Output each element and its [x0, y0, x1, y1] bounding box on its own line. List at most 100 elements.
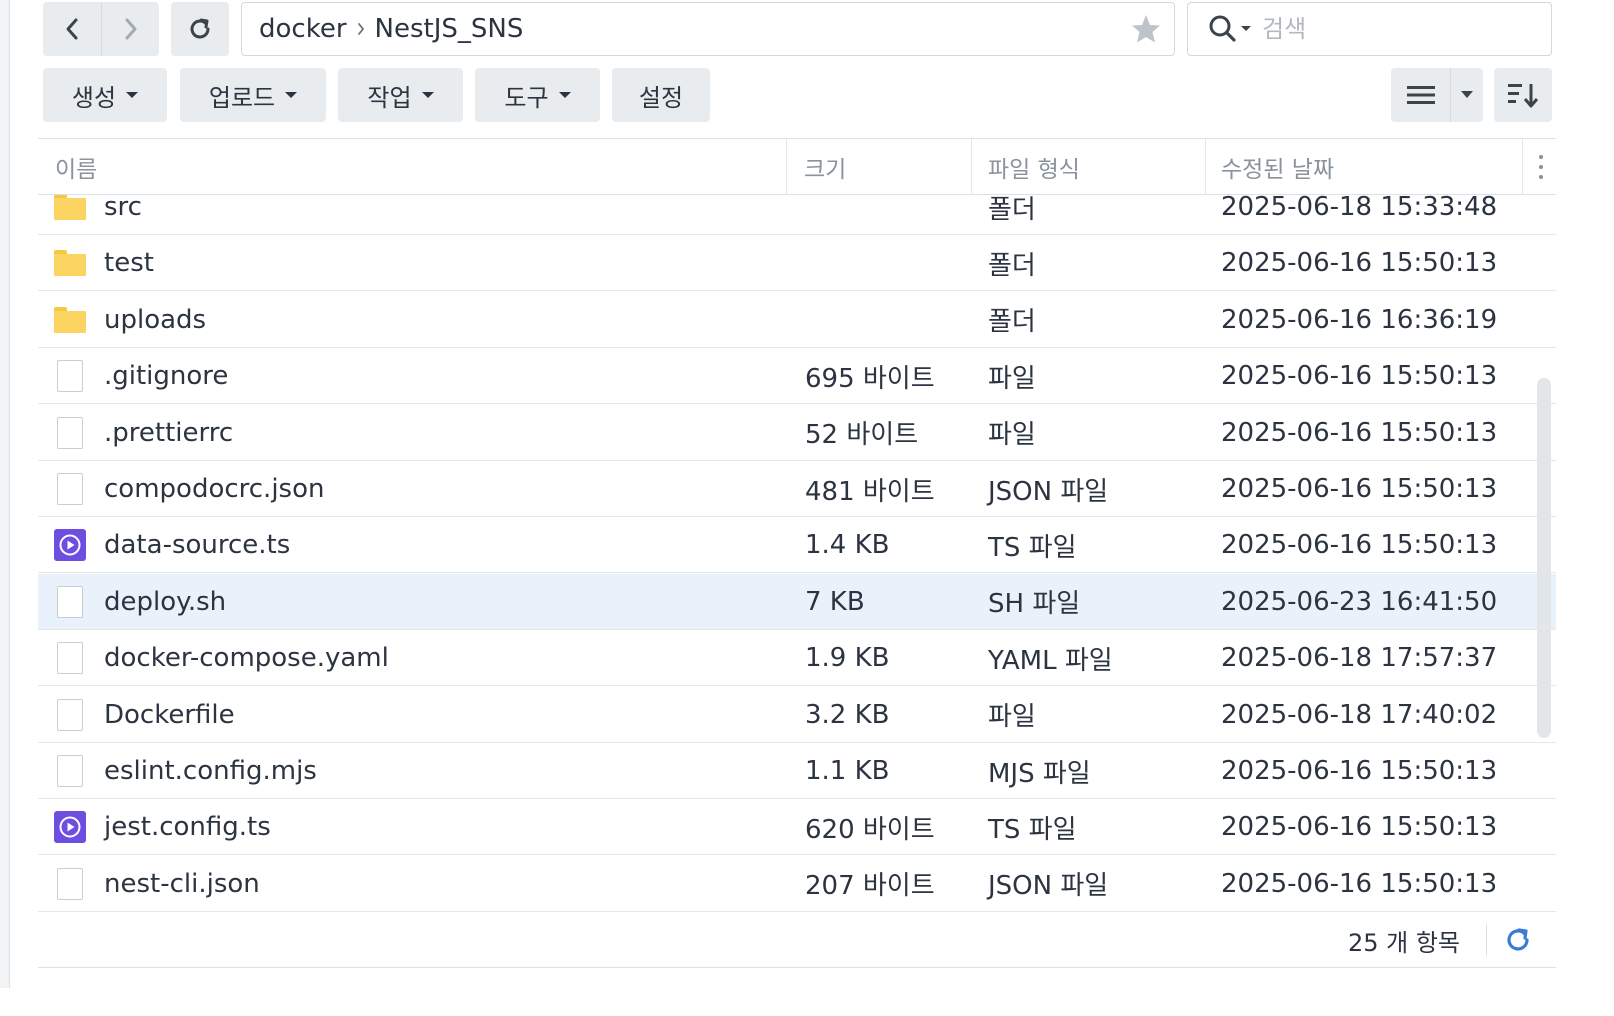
- file-name: uploads: [104, 304, 207, 335]
- tools-button-label: 도구: [504, 83, 549, 112]
- file-type: JSON 파일: [988, 871, 1109, 902]
- list-view-button[interactable]: [1391, 68, 1451, 122]
- sort-button[interactable]: [1494, 68, 1552, 122]
- caret-down-icon: [285, 92, 298, 98]
- file-name: nest-cli.json: [104, 868, 260, 899]
- table-row[interactable]: nest-cli.json 207 바이트 JSON 파일 2025-06-16 15…: [38, 856, 1556, 912]
- vertical-scrollbar[interactable]: [1537, 378, 1551, 738]
- file-size: 1.9 KB: [805, 643, 890, 674]
- chevron-left-icon: [66, 18, 78, 40]
- file-icon: [53, 405, 87, 461]
- favorite-star-icon[interactable]: [1130, 13, 1162, 52]
- footer-refresh-button[interactable]: [1502, 924, 1534, 956]
- column-resize-handle[interactable]: [971, 139, 972, 195]
- action-button[interactable]: 작업: [338, 68, 463, 122]
- table-row[interactable]: .gitignore 695 바이트 파일 2025-06-16 15:50:13: [38, 348, 1556, 405]
- table-row[interactable]: Dockerfile 3.2 KB 파일 2025-06-18 17:40:02: [38, 687, 1556, 743]
- breadcrumb-item-current[interactable]: NestJS_SNS: [375, 14, 524, 44]
- file-icon: [53, 743, 87, 799]
- sort-icon: [1508, 84, 1539, 108]
- table-row[interactable]: eslint.config.mjs 1.1 KB MJS 파일 2025-06-16 …: [38, 743, 1556, 799]
- file-size: 1.4 KB: [805, 530, 890, 561]
- table-row[interactable]: test 폴더 2025-06-16 15:50:13: [38, 235, 1556, 292]
- table-row[interactable]: docker-compose.yaml 1.9 KB YAML 파일 2025-06-…: [38, 630, 1556, 687]
- table-row[interactable]: compodocrc.json 481 바이트 JSON 파일 2025-06-16 …: [38, 461, 1556, 517]
- search-input[interactable]: [1262, 15, 1532, 43]
- file-size: 52 바이트: [805, 420, 919, 451]
- caret-down-icon: [1461, 91, 1473, 98]
- caret-down-icon: [421, 92, 434, 98]
- table-row[interactable]: src 폴더 2025-06-18 15:33:48: [38, 195, 1556, 235]
- file-name: eslint.config.mjs: [104, 756, 317, 786]
- file-icon: [53, 348, 87, 404]
- folder-icon: [53, 292, 87, 348]
- forward-button[interactable]: [101, 2, 159, 56]
- breadcrumb-item-docker[interactable]: docker: [259, 14, 347, 44]
- file-type: 폴더: [988, 195, 1036, 225]
- file-modified: 2025-06-18 17:40:02: [1221, 699, 1498, 730]
- file-type: JSON 파일: [988, 476, 1109, 507]
- file-type: 파일: [988, 363, 1036, 394]
- search-icon[interactable]: [1208, 14, 1252, 44]
- chevron-right-icon: [125, 18, 136, 40]
- file-icon: [53, 461, 87, 517]
- column-header-size[interactable]: 크기: [804, 139, 846, 195]
- table-row[interactable]: deploy.sh 7 KB SH 파일 2025-06-23 16:41:50: [38, 573, 1556, 630]
- column-resize-handle[interactable]: [786, 139, 787, 195]
- column-resize-handle[interactable]: [1522, 139, 1523, 195]
- file-modified: 2025-06-16 15:50:13: [1221, 756, 1498, 786]
- file-name: .gitignore: [104, 361, 229, 392]
- column-resize-handle[interactable]: [1205, 139, 1206, 195]
- file-size: 481 바이트: [805, 476, 935, 507]
- create-button[interactable]: 생성: [43, 68, 167, 122]
- file-type: YAML 파일: [988, 645, 1113, 676]
- file-icon: [53, 856, 87, 912]
- file-size: 7 KB: [805, 586, 865, 617]
- table-row[interactable]: jest.config.ts 620 바이트 TS 파일 2025-06-16 15:…: [38, 799, 1556, 856]
- file-type: TS 파일: [988, 532, 1077, 563]
- file-name: Dockerfile: [104, 699, 235, 730]
- chevron-down-icon: [1241, 26, 1251, 31]
- table-row[interactable]: .prettierrc 52 바이트 파일 2025-06-16 15:50:13: [38, 405, 1556, 461]
- file-modified: 2025-06-16 15:50:13: [1221, 812, 1498, 843]
- file-modified: 2025-06-16 15:50:13: [1221, 361, 1498, 392]
- file-size: 695 바이트: [805, 363, 935, 394]
- file-type: MJS 파일: [988, 758, 1091, 789]
- create-button-label: 생성: [71, 83, 117, 112]
- file-type: TS 파일: [988, 814, 1077, 845]
- column-header-name[interactable]: 이름: [55, 139, 97, 195]
- file-size: 1.1 KB: [805, 756, 890, 786]
- file-modified: 2025-06-16 15:50:13: [1221, 868, 1498, 899]
- refresh-button[interactable]: [171, 2, 229, 56]
- column-header-modified[interactable]: 수정된 날짜: [1221, 139, 1334, 195]
- address-bar[interactable]: docker NestJS_SNS: [241, 2, 1175, 56]
- view-mode-dropdown[interactable]: [1451, 68, 1483, 122]
- file-name: compodocrc.json: [104, 474, 325, 504]
- table-row[interactable]: data-source.ts 1.4 KB TS 파일 2025-06-16 15:5…: [38, 517, 1556, 574]
- file-name: test: [104, 248, 154, 279]
- file-size: 207 바이트: [805, 871, 935, 902]
- ts-file-icon: [53, 799, 87, 855]
- ts-file-icon: [53, 517, 87, 573]
- file-type: 파일: [988, 420, 1036, 451]
- table-row[interactable]: uploads 폴더 2025-06-16 16:36:19: [38, 292, 1556, 348]
- file-name: deploy.sh: [104, 586, 227, 617]
- file-table-header: 이름 크기 파일 형식 수정된 날짜: [38, 139, 1556, 195]
- column-header-type[interactable]: 파일 형식: [988, 139, 1080, 195]
- column-options-icon[interactable]: [1538, 155, 1544, 179]
- left-panel-edge: [0, 0, 10, 988]
- file-list: src 폴더 2025-06-18 15:33:48 test 폴더 2025-06-16…: [38, 195, 1556, 912]
- action-button-label: 작업: [367, 83, 412, 112]
- file-modified: 2025-06-18 15:33:48: [1221, 195, 1498, 222]
- file-size: 3.2 KB: [805, 699, 890, 730]
- settings-button[interactable]: 설정: [612, 68, 710, 122]
- file-type: 폴더: [988, 250, 1036, 281]
- refresh-icon: [190, 18, 210, 39]
- file-icon: [53, 687, 87, 743]
- file-name: docker-compose.yaml: [104, 643, 389, 674]
- back-button[interactable]: [43, 2, 101, 56]
- tools-button[interactable]: 도구: [475, 68, 600, 122]
- file-modified: 2025-06-23 16:41:50: [1221, 586, 1498, 617]
- upload-button[interactable]: 업로드: [180, 68, 326, 122]
- search-box[interactable]: [1187, 2, 1552, 56]
